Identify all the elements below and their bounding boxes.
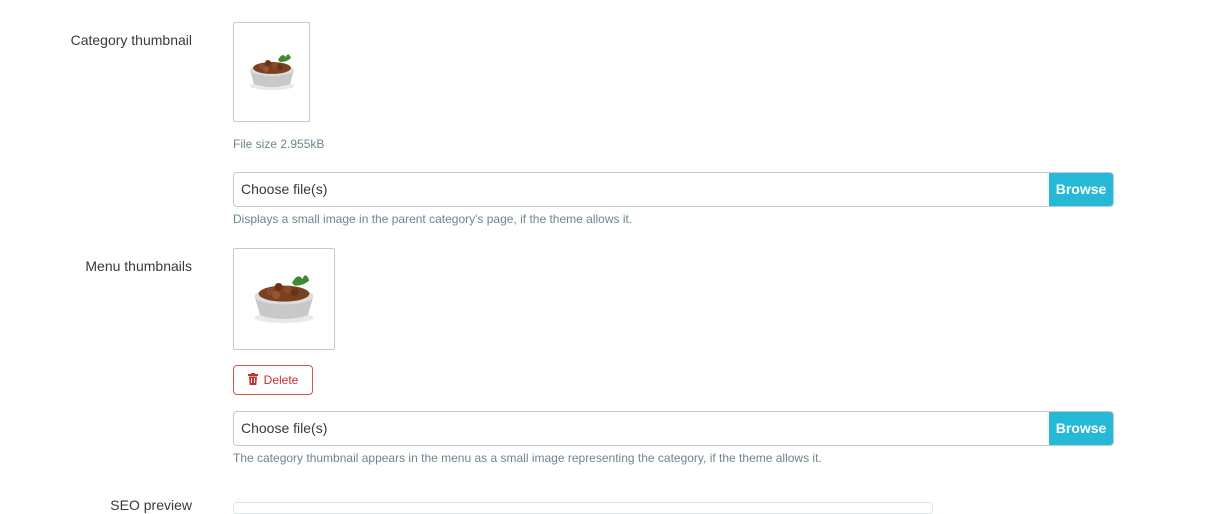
delete-label: Delete (263, 373, 299, 387)
browse-button[interactable]: Browse (1049, 412, 1113, 445)
menu-thumbnails-label: Menu thumbnails (85, 258, 192, 274)
menu-thumbnails-file-input[interactable]: Choose file(s) Browse (233, 411, 1114, 446)
seo-preview-label: SEO preview (110, 497, 192, 513)
delete-button[interactable]: Delete (233, 365, 313, 395)
menu-thumbnail-image (233, 248, 335, 350)
browse-button[interactable]: Browse (1049, 173, 1113, 206)
file-input-placeholder[interactable]: Choose file(s) (234, 173, 1049, 206)
category-thumbnail-help: Displays a small image in the parent cat… (233, 212, 633, 226)
category-thumbnail-file-input[interactable]: Choose file(s) Browse (233, 172, 1114, 207)
category-thumbnail-image (233, 22, 310, 122)
seo-preview-box (233, 502, 933, 514)
menu-thumbnails-help: The category thumbnail appears in the me… (233, 451, 822, 465)
file-size-text: File size 2.955kB (233, 137, 325, 151)
trash-icon (247, 372, 258, 388)
file-input-placeholder[interactable]: Choose file(s) (234, 412, 1049, 445)
category-thumbnail-label: Category thumbnail (70, 32, 192, 48)
